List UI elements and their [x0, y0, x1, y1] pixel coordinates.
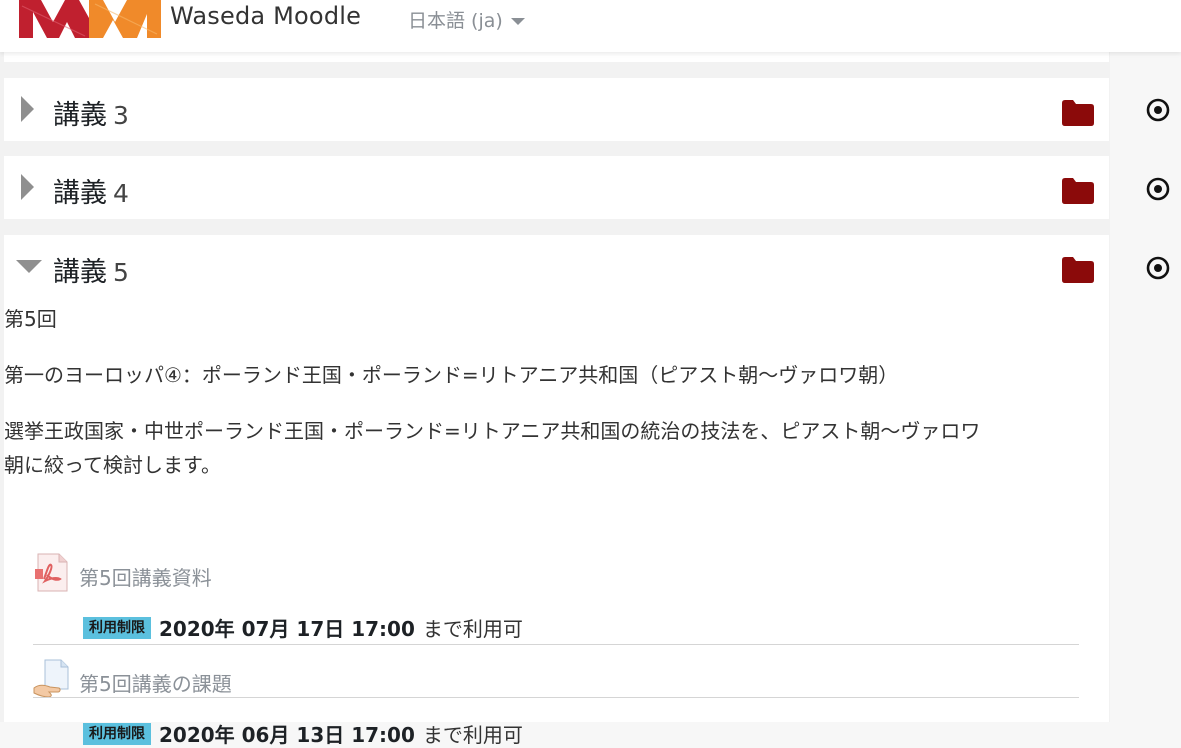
- section-header[interactable]: 講義 5: [4, 235, 1109, 299]
- activity-link-lecture-material[interactable]: 第5回講義資料: [79, 562, 212, 591]
- section-nav-column: [1110, 52, 1181, 722]
- restriction-info: 利用制限 2020年 07月 17日 17:00 まで利用可: [83, 615, 523, 641]
- divider: [33, 697, 1079, 698]
- section-number: 5: [113, 258, 129, 287]
- language-menu[interactable]: 日本語 (ja): [408, 6, 525, 33]
- section-marker-icon[interactable]: [1146, 177, 1170, 201]
- section-title-text: 講義: [53, 257, 107, 288]
- expand-triangle-icon[interactable]: [21, 174, 34, 200]
- restriction-info: 利用制限 2020年 06月 13日 17:00 まで利用可: [83, 721, 523, 747]
- expand-triangle-icon[interactable]: [21, 96, 34, 122]
- chevron-down-icon: [510, 17, 525, 25]
- restriction-suffix: まで利用可: [422, 723, 523, 747]
- section-title[interactable]: 講義 5: [53, 250, 129, 289]
- section-marker-icon[interactable]: [1146, 98, 1170, 122]
- section-title-text: 講義: [53, 178, 107, 209]
- navbar: Waseda Moodle 日本語 (ja): [0, 0, 1181, 52]
- section-marker-icon[interactable]: [1146, 256, 1170, 280]
- collapse-triangle-icon[interactable]: [16, 260, 42, 273]
- section-lecture-5: 講義 5 第5回 第一のヨーロッパ④：ポーランド王国・ポーランド=リトアニア共和国…: [4, 235, 1109, 747]
- folder-icon: [1062, 178, 1094, 204]
- restriction-date: 2020年 07月 17日 17:00: [159, 617, 415, 641]
- restriction-badge: 利用制限: [83, 616, 151, 639]
- folder-icon: [1062, 100, 1094, 126]
- site-name[interactable]: Waseda Moodle: [170, 2, 361, 30]
- activity-link-lecture-assignment[interactable]: 第5回講義の課題: [79, 668, 232, 697]
- course-content: 講義 3 講義 4 講義 5 第5回 第一のヨーロッパ④：ポーランド王国・ポーランド=…: [0, 52, 1110, 747]
- language-label: 日本語 (ja): [408, 10, 503, 32]
- assignment-icon[interactable]: [33, 659, 71, 699]
- previous-section-edge: [4, 52, 1109, 62]
- section-header[interactable]: 講義 4: [4, 156, 1109, 220]
- restriction-suffix: まで利用可: [422, 617, 523, 641]
- pdf-icon[interactable]: [35, 553, 69, 593]
- restriction-badge: 利用制限: [83, 722, 151, 745]
- summary-topic: 第一のヨーロッパ④：ポーランド王国・ポーランド=リトアニア共和国（ピアスト朝〜ヴ…: [4, 363, 899, 387]
- summary-description: 選挙王政国家・中世ポーランド王国・ポーランド=リトアニア共和国の統治の技法を、ピ…: [4, 419, 981, 443]
- section-header[interactable]: 講義 3: [4, 78, 1109, 142]
- section-number: 4: [113, 179, 129, 208]
- section-title-text: 講義: [53, 100, 107, 131]
- divider: [33, 644, 1079, 645]
- restriction-date: 2020年 06月 13日 17:00: [159, 723, 415, 747]
- waseda-logo[interactable]: [19, 0, 161, 38]
- folder-icon: [1062, 257, 1094, 283]
- section-title[interactable]: 講義 3: [53, 93, 129, 132]
- section-title[interactable]: 講義 4: [53, 171, 129, 210]
- summary-session: 第5回: [4, 307, 57, 331]
- section-number: 3: [113, 101, 129, 130]
- section-lecture-3: 講義 3: [4, 78, 1109, 141]
- summary-description-cont: 朝に絞って検討します。: [4, 453, 221, 477]
- section-lecture-4: 講義 4: [4, 156, 1109, 219]
